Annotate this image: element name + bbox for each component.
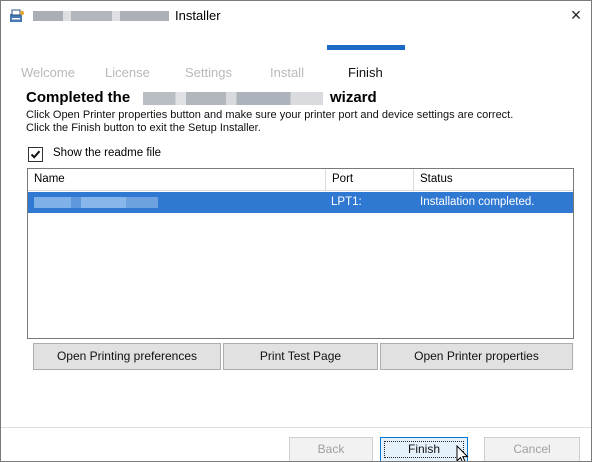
title-bar: Installer × [1,1,591,31]
window-title: Installer [175,8,221,23]
heading-prefix: Completed the [26,89,131,106]
close-button[interactable]: × [561,1,591,31]
printer-port-cell[interactable]: LPT1: [331,192,362,213]
open-printer-properties-button[interactable]: Open Printer properties [380,343,573,370]
mouse-pointer-icon [456,445,469,461]
page-heading: Completed the wizard [26,89,581,107]
printer-list[interactable]: Name Port Status LPT1: Installation comp… [27,168,574,339]
heading-suffix: wizard [330,89,377,106]
redacted-product-name [143,92,323,105]
instruction-line-1: Click Open Printer properties button and… [26,109,514,121]
step-settings: Settings [185,65,232,80]
printer-row[interactable]: LPT1: Installation completed. [28,192,573,213]
column-header-name[interactable]: Name [28,169,326,190]
column-header-port[interactable]: Port [326,169,414,190]
installer-window: Installer × Welcome License Settings Ins… [0,0,592,462]
redacted-printer-name [34,197,158,208]
close-icon[interactable]: × [571,5,582,25]
step-finish: Finish [348,65,383,80]
instruction-line-2: Click the Finish button to exit the Setu… [26,122,261,134]
step-license: License [105,65,150,80]
step-install: Install [270,65,304,80]
cancel-button[interactable]: Cancel [484,437,580,461]
readme-label[interactable]: Show the readme file [53,147,161,159]
wizard-content: Completed the wizard Click Open Printer … [26,89,581,162]
printer-name-cell[interactable] [28,192,326,213]
back-button[interactable]: Back [289,437,373,461]
column-header-status[interactable]: Status [414,169,573,190]
finish-button[interactable]: Finish [380,437,468,461]
redacted-product-name [33,11,169,21]
list-header: Name Port Status [28,169,573,191]
installer-app-icon [10,9,25,22]
current-step-indicator [327,45,405,50]
readme-checkbox[interactable] [28,147,43,162]
printer-status-cell[interactable]: Installation completed. [420,192,534,213]
finish-label[interactable]: Finish [408,442,440,456]
printer-actions: Open Printing preferences Print Test Pag… [33,343,573,370]
open-printing-preferences-button[interactable]: Open Printing preferences [33,343,221,370]
wizard-footer: Back Finish Cancel [1,427,591,461]
step-welcome: Welcome [21,65,75,80]
checkmark-icon [30,150,41,159]
print-test-page-button[interactable]: Print Test Page [223,343,378,370]
wizard-steps: Welcome License Settings Install Finish [1,31,591,83]
